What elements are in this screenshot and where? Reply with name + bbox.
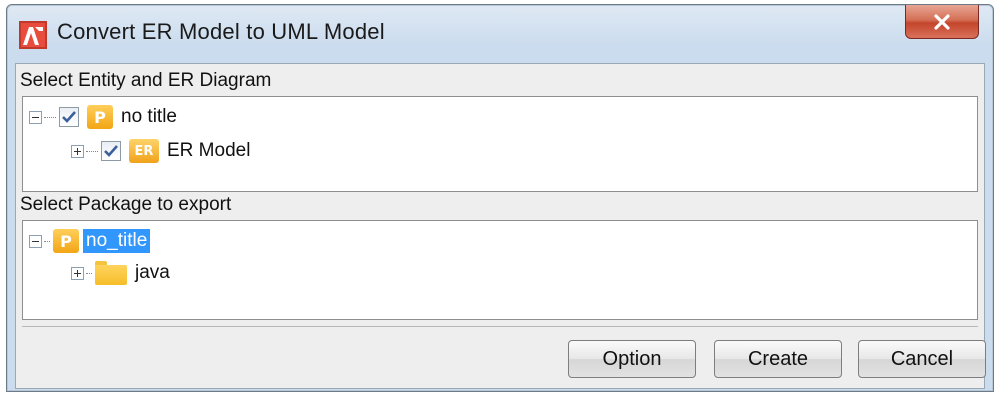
dialog-body: Select Entity and ER Diagram P no title … <box>15 63 986 389</box>
folder-icon <box>95 261 127 285</box>
tree-node-label: java <box>135 262 170 283</box>
collapse-icon[interactable] <box>29 110 42 124</box>
tree-connector <box>86 272 92 274</box>
package-tree[interactable]: P no_title java <box>22 220 978 320</box>
astah-icon <box>19 21 47 49</box>
checkbox-er-model[interactable] <box>101 141 121 161</box>
package-icon: P <box>53 229 79 253</box>
create-button[interactable]: Create <box>714 340 842 378</box>
checkmark-icon <box>104 145 118 157</box>
tree-connector <box>86 150 98 152</box>
cancel-button[interactable]: Cancel <box>858 340 986 378</box>
tree-node-no-title-package[interactable]: P no_title <box>29 227 151 255</box>
entity-section-label: Select Entity and ER Diagram <box>20 70 272 91</box>
tree-connector <box>44 116 56 118</box>
er-model-icon: ER <box>129 139 159 163</box>
checkmark-icon <box>62 111 76 123</box>
close-button[interactable] <box>905 5 979 39</box>
tree-node-label-selected[interactable]: no_title <box>83 229 151 253</box>
collapse-icon[interactable] <box>29 234 42 248</box>
checkbox-no-title[interactable] <box>59 107 79 127</box>
window-title: Convert ER Model to UML Model <box>57 19 385 44</box>
tree-connector <box>44 240 50 242</box>
package-icon: P <box>87 105 113 129</box>
option-button[interactable]: Option <box>568 340 696 378</box>
expand-icon[interactable] <box>71 266 84 280</box>
expand-icon[interactable] <box>71 144 84 158</box>
tree-node-no-title[interactable]: P no title <box>29 103 177 131</box>
tree-node-label: no title <box>121 106 177 127</box>
entity-tree[interactable]: P no title ER ER Model <box>22 96 978 192</box>
tree-node-java[interactable]: java <box>71 259 170 287</box>
package-section-label: Select Package to export <box>20 194 232 215</box>
tree-node-er-model[interactable]: ER ER Model <box>71 137 250 165</box>
tree-node-label: ER Model <box>167 140 251 161</box>
dialog-window: Convert ER Model to UML Model Select Ent… <box>6 4 994 392</box>
close-icon <box>934 13 950 30</box>
button-bar-divider <box>22 326 978 327</box>
title-bar[interactable]: Convert ER Model to UML Model <box>7 5 993 55</box>
